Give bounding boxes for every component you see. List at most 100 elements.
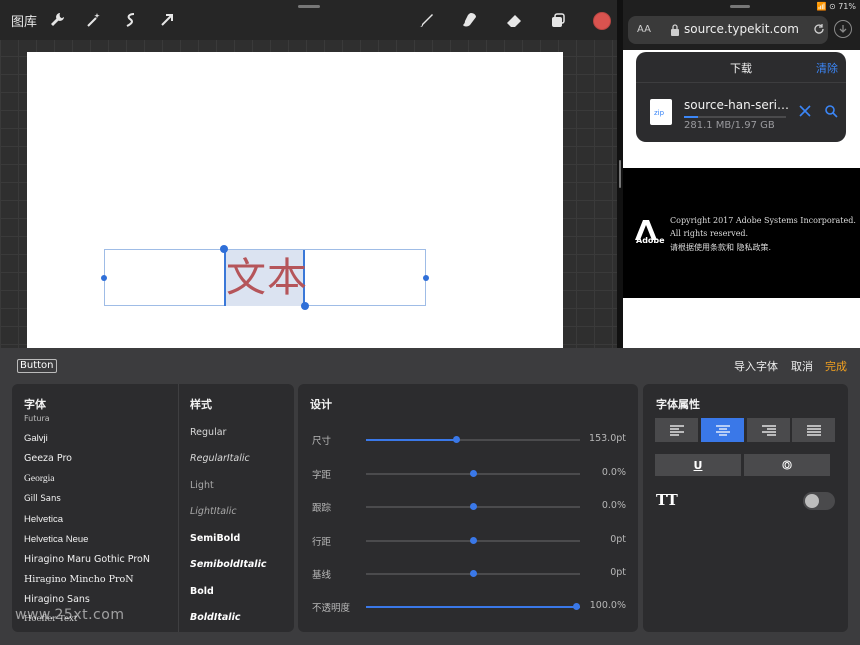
- fonts-column-title: 字体: [24, 396, 46, 412]
- style-item-regular[interactable]: Regular: [190, 427, 226, 438]
- align-right-button[interactable]: [747, 418, 790, 442]
- adobe-logo-text: Adobe: [636, 236, 665, 245]
- selection-start-handle[interactable]: [220, 245, 228, 253]
- opacity-value: 100.0%: [590, 600, 626, 611]
- font-item-geeza-pro[interactable]: Geeza Pro: [24, 453, 72, 464]
- font-item-hiragino-mincho[interactable]: Hiragino Mincho ProN: [24, 574, 134, 585]
- split-view-handle[interactable]: [619, 160, 621, 188]
- justify-button[interactable]: [792, 418, 835, 442]
- font-item-gill-sans[interactable]: Gill Sans: [24, 494, 61, 504]
- gallery-button[interactable]: 图库: [11, 11, 37, 30]
- panel-header: Button 导入字体 取消 完成: [0, 348, 860, 384]
- downloads-title: 下载: [636, 60, 846, 76]
- font-item-futura[interactable]: Futura: [24, 414, 50, 423]
- toggle-knob: [805, 494, 819, 508]
- wrench-icon[interactable]: [47, 10, 67, 30]
- rights-line: All rights reserved.: [670, 229, 748, 238]
- style-item-bold-italic[interactable]: BoldItalic: [190, 612, 240, 623]
- align-center-icon: [716, 425, 730, 436]
- style-item-semibold[interactable]: SemiBold: [190, 533, 240, 544]
- leading-slider[interactable]: [366, 540, 580, 542]
- style-item-light[interactable]: Light: [190, 480, 214, 491]
- right-resize-handle[interactable]: [423, 275, 429, 281]
- font-item-hiragino-sans[interactable]: Hiragino Sans: [24, 594, 90, 605]
- baseline-slider[interactable]: [366, 573, 580, 575]
- search-icon[interactable]: [824, 104, 838, 118]
- terms-privacy-links[interactable]: 请根据使用条款和 隐私政策.: [670, 242, 771, 253]
- size-value: 153.0pt: [589, 433, 626, 444]
- smudge-icon[interactable]: [460, 10, 480, 30]
- cancel-button[interactable]: 取消: [791, 358, 813, 374]
- selection-end-handle[interactable]: [301, 302, 309, 310]
- downloads-popover: 下载 清除 zip source-han-seri… 281.1 MB/1.97…: [636, 52, 846, 142]
- design-title: 设计: [310, 396, 332, 412]
- color-swatch[interactable]: [593, 12, 611, 30]
- eraser-icon[interactable]: [504, 10, 524, 30]
- download-progress-bar: [684, 116, 786, 118]
- brush-icon[interactable]: [416, 10, 436, 30]
- keyboard-toggle-button[interactable]: Button: [17, 359, 57, 373]
- close-icon[interactable]: [798, 104, 812, 118]
- opacity-slider[interactable]: [366, 606, 580, 608]
- slider-knob[interactable]: [470, 503, 477, 510]
- slider-knob[interactable]: [573, 603, 580, 610]
- slider-knob[interactable]: [453, 436, 460, 443]
- drawing-canvas[interactable]: [27, 52, 563, 352]
- text-editing-panel: Button 导入字体 取消 完成 字体 样式 Futura Galvji Ge…: [0, 348, 860, 645]
- tracking-slider[interactable]: [366, 506, 580, 508]
- style-item-light-italic[interactable]: LightItalic: [190, 506, 237, 517]
- screen: 图库: [0, 0, 860, 645]
- underline-button[interactable]: U: [655, 454, 741, 476]
- top-toolbar: 图库: [0, 0, 620, 40]
- align-right-icon: [762, 425, 776, 436]
- downloads-icon[interactable]: [834, 20, 852, 38]
- clear-downloads-button[interactable]: 清除: [816, 60, 838, 76]
- download-file-name[interactable]: source-han-seri…: [684, 98, 789, 112]
- slider-fill: [366, 439, 456, 441]
- web-page-footer: Adobe Copyright 2017 Adobe Systems Incor…: [620, 168, 860, 298]
- divider: [636, 82, 846, 83]
- import-font-button[interactable]: 导入字体: [734, 358, 778, 374]
- font-item-galvji[interactable]: Galvji: [24, 433, 48, 444]
- font-item-helvetica-neue[interactable]: Helvetica Neue: [24, 534, 88, 545]
- lock-icon: [670, 24, 680, 36]
- address-bar[interactable]: AA source.typekit.com: [628, 16, 828, 44]
- file-type-label: zip: [654, 109, 664, 117]
- leading-value: 0pt: [610, 534, 626, 545]
- layers-icon[interactable]: [548, 10, 568, 30]
- column-divider: [178, 384, 179, 632]
- browser-toolbar: 📶 ⊙ 71% AA source.typekit.com: [620, 0, 860, 50]
- style-item-bold[interactable]: Bold: [190, 586, 214, 597]
- slider-knob[interactable]: [470, 470, 477, 477]
- done-button[interactable]: 完成: [825, 358, 847, 374]
- font-item-helvetica[interactable]: Helvetica: [24, 514, 63, 525]
- slider-knob[interactable]: [470, 537, 477, 544]
- selection-icon[interactable]: [121, 10, 141, 30]
- reload-icon[interactable]: [813, 23, 825, 35]
- leading-label: 行距: [312, 534, 331, 548]
- slider-knob[interactable]: [470, 570, 477, 577]
- font-item-hiragino-maru[interactable]: Hiragino Maru Gothic ProN: [24, 554, 150, 565]
- kerning-value: 0.0%: [602, 467, 626, 478]
- transform-arrow-icon[interactable]: [157, 10, 177, 30]
- canvas-text[interactable]: 文本: [226, 253, 308, 303]
- magic-wand-icon[interactable]: [84, 10, 104, 30]
- copyright-line: Copyright 2017 Adobe Systems Incorporate…: [670, 216, 856, 225]
- style-item-semibold-italic[interactable]: SemiboldItalic: [190, 559, 266, 570]
- url-text: source.typekit.com: [684, 22, 799, 36]
- all-caps-toggle[interactable]: [803, 492, 835, 510]
- align-left-button[interactable]: [655, 418, 698, 442]
- align-left-icon: [670, 425, 684, 436]
- multitask-grabber[interactable]: [298, 5, 320, 8]
- style-item-regular-italic[interactable]: RegularItalic: [190, 453, 250, 464]
- reader-options-button[interactable]: AA: [637, 24, 651, 35]
- kerning-slider[interactable]: [366, 473, 580, 475]
- multitask-grabber-right[interactable]: [730, 5, 750, 8]
- align-center-button[interactable]: [701, 418, 744, 442]
- outline-button[interactable]: O: [744, 454, 830, 476]
- size-slider[interactable]: [366, 439, 580, 441]
- left-resize-handle[interactable]: [101, 275, 107, 281]
- font-item-georgia[interactable]: Georgia: [24, 474, 54, 484]
- font-picker: 字体 样式 Futura Galvji Geeza Pro Georgia Gi…: [12, 384, 294, 632]
- tracking-value: 0.0%: [602, 500, 626, 511]
